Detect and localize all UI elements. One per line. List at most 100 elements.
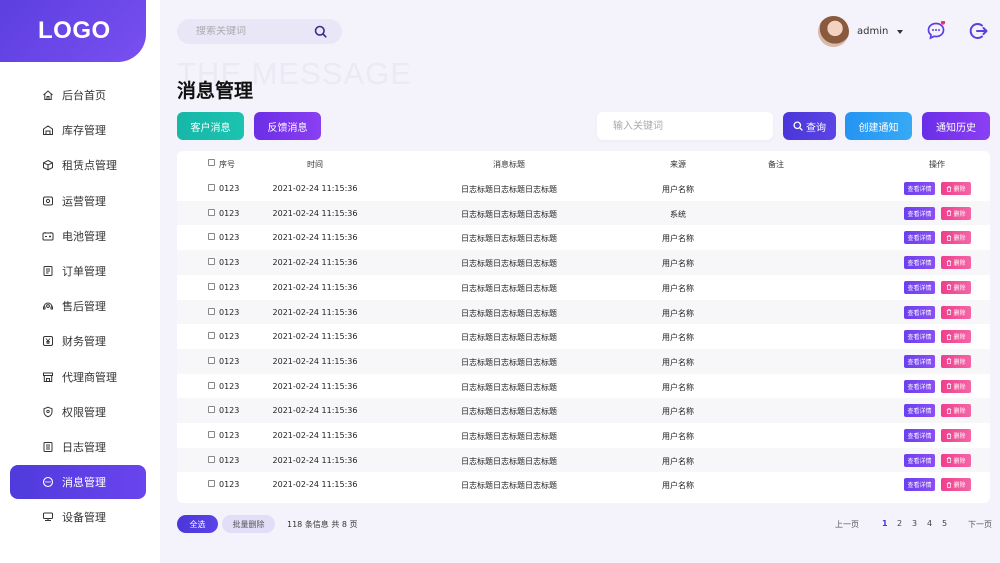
- row-title: 日志标题日志标题日志标题: [461, 209, 557, 219]
- delete-button[interactable]: 删除: [941, 231, 971, 245]
- row-checkbox[interactable]: [208, 431, 215, 438]
- batch-delete-button[interactable]: 批量删除: [222, 515, 275, 533]
- header-note: 备注: [768, 160, 784, 169]
- row-checkbox[interactable]: [208, 233, 215, 241]
- row-checkbox[interactable]: [208, 356, 215, 364]
- box-icon: [43, 160, 53, 171]
- user-menu[interactable]: admin: [818, 16, 904, 47]
- row-checkbox[interactable]: [208, 184, 215, 191]
- view-detail-button[interactable]: 查看详情: [904, 305, 935, 319]
- row-time: 2021-02-24 11:15:36: [272, 381, 358, 391]
- row-source: 用户名称: [662, 357, 694, 367]
- view-detail-button[interactable]: 查看详情: [904, 354, 935, 368]
- next-page-link[interactable]: 下一页: [968, 519, 992, 530]
- customer-messages-button[interactable]: 客户消息: [177, 112, 244, 140]
- view-detail-button[interactable]: 查看详情: [904, 429, 935, 442]
- sidebar-item-home[interactable]: 后台首页: [10, 78, 146, 112]
- row-checkbox[interactable]: [208, 258, 215, 266]
- feedback-messages-button[interactable]: 反馈消息: [254, 112, 321, 140]
- delete-button[interactable]: 删除: [941, 280, 971, 294]
- row-title: 日志标题日志标题日志标题: [461, 283, 557, 293]
- header-action: 操作: [929, 160, 945, 169]
- sidebar-item-inventory[interactable]: 库存管理: [10, 113, 146, 147]
- chevron-down-icon[interactable]: [897, 29, 904, 34]
- sidebar-item-agents[interactable]: 代理商管理: [10, 360, 146, 394]
- view-detail-button[interactable]: 查看详情: [904, 379, 935, 393]
- trash-icon: [947, 432, 952, 439]
- select-all-checkbox[interactable]: [208, 159, 215, 166]
- sidebar-item-orders[interactable]: 订单管理: [10, 254, 146, 288]
- view-detail-button[interactable]: 查看详情: [904, 206, 935, 220]
- row-checkbox[interactable]: [208, 332, 215, 340]
- delete-button[interactable]: 删除: [941, 330, 971, 344]
- sidebar-item-battery[interactable]: 电池管理: [10, 219, 146, 253]
- notice-history-button[interactable]: 通知历史: [922, 112, 990, 140]
- row-source: 用户名称: [662, 456, 694, 466]
- delete-button[interactable]: 删除: [941, 305, 971, 319]
- view-detail-button[interactable]: 查看详情: [904, 280, 935, 294]
- row-title: 日志标题日志标题日志标题: [461, 407, 557, 417]
- delete-button-label: 删除: [953, 383, 966, 391]
- row-checkbox[interactable]: [208, 381, 215, 389]
- page-number[interactable]: 1: [882, 519, 888, 528]
- search-icon[interactable]: [314, 25, 327, 38]
- sidebar-item-operation[interactable]: 运营管理: [10, 184, 146, 218]
- page-number[interactable]: 5: [942, 519, 947, 528]
- view-detail-button[interactable]: 查看详情: [904, 453, 935, 467]
- logout-icon[interactable]: [969, 21, 989, 41]
- row-checkbox[interactable]: [208, 455, 215, 463]
- row-time: 2021-02-24 11:15:36: [272, 406, 358, 416]
- view-detail-button[interactable]: 查看详情: [904, 182, 935, 195]
- avatar[interactable]: [818, 16, 849, 47]
- delete-button-label: 删除: [953, 260, 966, 268]
- sidebar-item-logs[interactable]: 日志管理: [10, 430, 146, 464]
- query-button[interactable]: 查询: [783, 112, 836, 140]
- row-checkbox[interactable]: [208, 208, 215, 216]
- header-search-input[interactable]: [196, 26, 306, 37]
- page-number[interactable]: 2: [897, 519, 902, 528]
- sidebar-item-messages[interactable]: 消息管理: [10, 465, 146, 500]
- header-source: 来源: [670, 160, 686, 169]
- row-seq: 0123: [219, 431, 240, 440]
- select-all-button[interactable]: 全选: [177, 515, 218, 533]
- row-time: 2021-02-24 11:15:36: [272, 233, 358, 243]
- view-detail-button[interactable]: 查看详情: [904, 256, 935, 270]
- delete-button[interactable]: 删除: [941, 256, 971, 270]
- service-icon: [43, 302, 53, 310]
- view-detail-button[interactable]: 查看详情: [904, 330, 935, 344]
- chat-icon[interactable]: [926, 21, 946, 41]
- row-time: 2021-02-24 11:15:36: [272, 480, 358, 490]
- page-number[interactable]: 4: [927, 519, 932, 528]
- delete-button[interactable]: 删除: [941, 379, 971, 393]
- view-detail-button[interactable]: 查看详情: [904, 231, 935, 245]
- delete-button[interactable]: 删除: [941, 429, 971, 442]
- prev-page-link[interactable]: 上一页: [835, 519, 859, 530]
- logo[interactable]: LOGO: [0, 0, 146, 62]
- row-seq: 0123: [219, 480, 240, 490]
- delete-button[interactable]: 删除: [941, 206, 971, 220]
- row-source: 用户名称: [662, 333, 694, 343]
- delete-button[interactable]: 删除: [941, 404, 971, 418]
- sidebar-item-aftersales[interactable]: 售后管理: [10, 289, 146, 323]
- sidebar-item-permissions[interactable]: 权限管理: [10, 395, 146, 429]
- sidebar-item-devices[interactable]: 设备管理: [10, 500, 146, 534]
- row-checkbox[interactable]: [208, 406, 215, 414]
- sidebar-item-label: 订单管理: [62, 264, 106, 278]
- delete-button[interactable]: 删除: [941, 478, 971, 492]
- row-checkbox[interactable]: [208, 480, 215, 488]
- row-time: 2021-02-24 11:15:36: [272, 431, 358, 440]
- row-checkbox[interactable]: [208, 282, 215, 290]
- page-number[interactable]: 3: [912, 519, 917, 528]
- view-detail-button[interactable]: 查看详情: [904, 404, 935, 418]
- delete-button[interactable]: 删除: [941, 354, 971, 368]
- shield-icon: [43, 406, 53, 418]
- sidebar-item-rental[interactable]: 租赁点管理: [10, 148, 146, 182]
- create-notice-button[interactable]: 创建通知: [845, 112, 912, 140]
- keyword-input[interactable]: [597, 112, 773, 140]
- delete-button[interactable]: 删除: [941, 453, 971, 467]
- sidebar-menu: 后台首页 库存管理 租赁点管理 运营管理 电池管理 订单管理 售后管理 财务管理…: [10, 78, 146, 535]
- sidebar-item-finance[interactable]: 财务管理: [10, 324, 146, 358]
- view-detail-button[interactable]: 查看详情: [904, 478, 935, 492]
- delete-button[interactable]: 删除: [941, 182, 971, 195]
- row-checkbox[interactable]: [208, 307, 215, 315]
